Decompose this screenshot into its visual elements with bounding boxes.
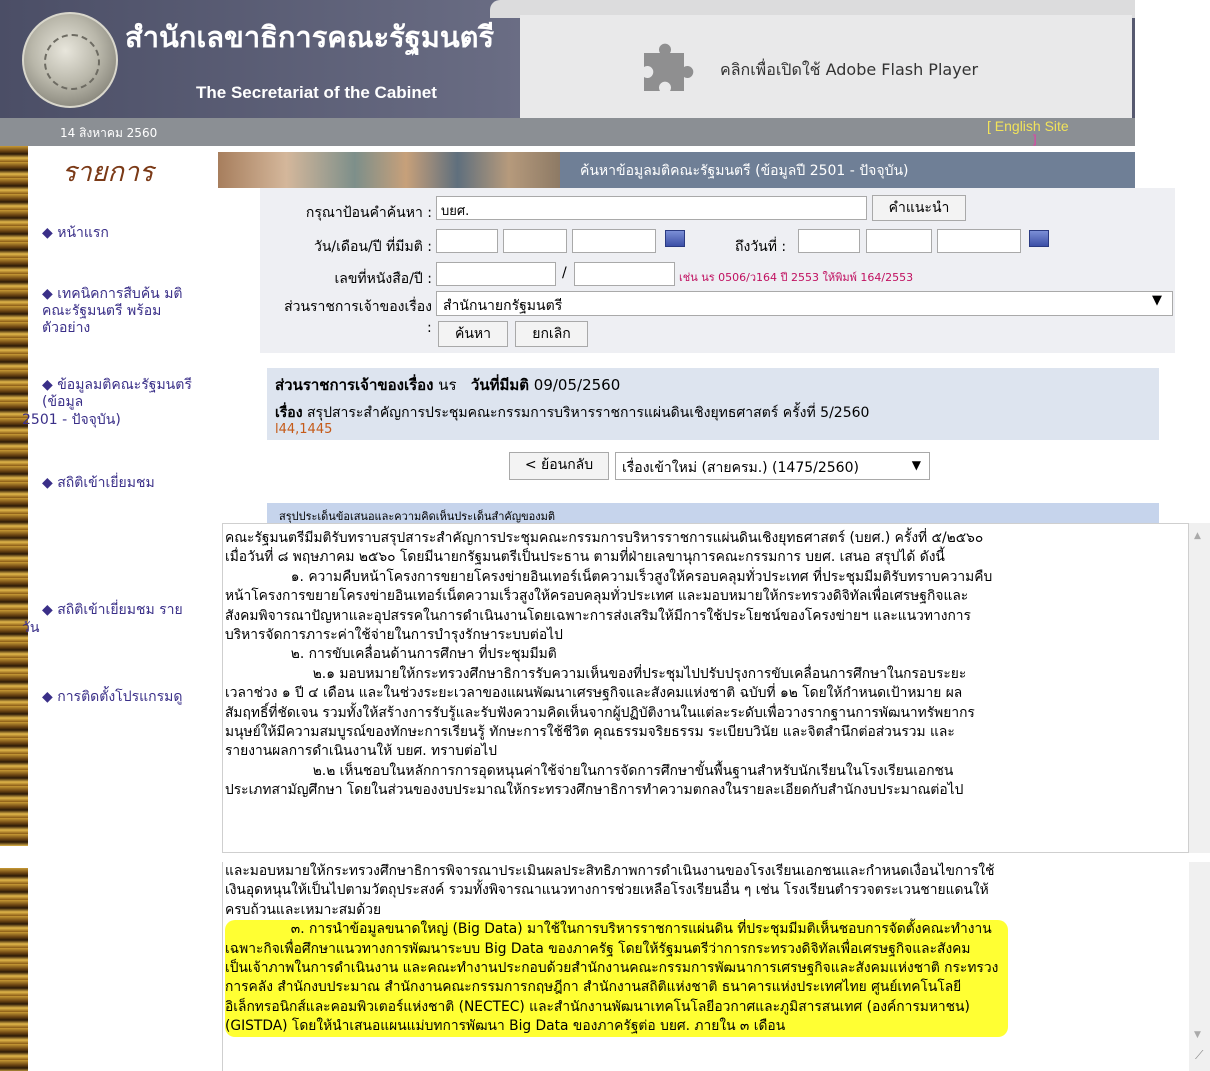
summary-text-continued: และมอบหมายให้กระทรวงศึกษาธิการพิจารณาประ… [223, 862, 1189, 920]
sidebar-item-home[interactable]: ◆ หน้าแรก [42, 225, 202, 242]
sidebar-item-visit-stats[interactable]: ◆ สถิติเข้าเยี่ยมชม [42, 475, 202, 492]
summary-line: รายงานผลการดำเนินงานให้ บยศ. ทราบต่อไป [225, 743, 497, 760]
date-bar [0, 118, 1135, 146]
doc-number-label: เลขที่หนังสือ/ปี : [334, 271, 432, 287]
date-label: วัน/เดือน/ปี ที่มีมติ : [313, 239, 432, 255]
doc-number-separator: / [562, 265, 567, 281]
banner-photo [218, 152, 560, 188]
decorative-border-bottom [0, 868, 28, 1071]
english-site-link-bracket: ] [1032, 133, 1037, 147]
summary-line: ครบถ้วนและเหมาะสมด้วย [225, 901, 382, 918]
summary-line: ๒.๑ มอบหมายให้กระทรวงศึกษาธิการรับความเห… [225, 665, 967, 682]
result-subject-value: สรุปสาระสำคัญการประชุมคณะกรรมการบริหารรา… [307, 405, 870, 421]
highlighted-line: การคลัง สำนักงบประมาณ สำนักงานคณะกรรมการ… [225, 979, 962, 996]
from-month-input[interactable] [503, 229, 567, 253]
summary-line: ๑. ความคืบหน้าโครงการขยายโครงข่ายอินเทอร… [225, 568, 993, 585]
summary-line: บริหารจัดการภาระค่าใช้จ่ายในการบำรุงรักษ… [225, 627, 563, 644]
sidebar-item-cabinet-data-years[interactable]: 2501 - ปัจจุบัน) [22, 412, 182, 429]
to-month-input[interactable] [866, 229, 932, 253]
sidebar-item-daily-visit-stats[interactable]: ◆ สถิติเข้าเยี่ยมชม ราย [42, 602, 202, 619]
result-subject: เรื่อง สรุปสาระสำคัญการประชุมคณะกรรมการบ… [275, 402, 869, 424]
summary-line: เวลาช่วง ๑ ปี ๔ เดือน และในช่วงระยะเวลาข… [225, 685, 963, 702]
summary-line: ประเภทสามัญศึกษา โดยในส่วนของงบประมาณให้… [225, 782, 964, 799]
chevron-down-icon: ▼ [911, 458, 921, 472]
result-date-value: 09/05/2560 [533, 376, 621, 394]
doc-number-input[interactable] [436, 262, 556, 286]
suggest-button[interactable]: คำแนะนำ [872, 195, 966, 221]
highlighted-line: (GISTDA) โดยให้นำเสนอแผนแม่บทการพัฒนา Bi… [225, 1018, 786, 1035]
site-title-english: The Secretariat of the Cabinet [196, 83, 437, 102]
summary-line: มนุษย์ให้มีความสมบูรณ์ของทักษะการเรียนรู… [225, 724, 955, 741]
result-agency-value: นร [438, 376, 457, 394]
resize-handle-icon[interactable]: ⟋ [1195, 1048, 1203, 1063]
cancel-button[interactable]: ยกเลิก [515, 321, 588, 347]
summary-line: เงินอุดหนุนให้เป็นไปตามวัตถุประสงค์ รวมท… [225, 882, 989, 899]
back-button[interactable]: < ย้อนกลับ [509, 452, 609, 480]
decorative-border-top [0, 146, 28, 846]
flash-placeholder[interactable]: คลิกเพื่อเปิดใช้ Adobe Flash Player [520, 15, 1132, 118]
result-date-label: วันที่มีมติ [470, 376, 529, 394]
summary-line: สัมฤทธิ์ที่ชัดเจน รวมทั้งให้สร้างการรับร… [225, 704, 975, 721]
summary-text: คณะรัฐมนตรีมีมติรับทราบสรุปสาระสำคัญการป… [223, 524, 1188, 801]
flash-enable-text: คลิกเพื่อเปิดใช้ Adobe Flash Player [720, 60, 979, 79]
doc-year-input[interactable] [574, 262, 675, 286]
from-day-input[interactable] [436, 229, 498, 253]
keyword-label: กรุณาป้อนคำค้นหา : [305, 205, 432, 221]
sidebar-title: รายการ [62, 157, 154, 188]
doc-number-example: เช่น นร 0506/ว164 ปี 2553 ให้พิมพ์ 164/2… [679, 271, 914, 284]
summary-line: หน้าโครงการขยายโครงข่ายอินเทอร์เน็ตความเ… [225, 588, 969, 605]
agency-colon: : [427, 320, 432, 336]
scrollbar[interactable]: ▲ [1189, 523, 1210, 853]
type-select-value: เรื่องเข้าใหม่ (สายครม.) (1475/2560) [622, 460, 859, 476]
summary-line: เมื่อวันที่ ๘ พฤษภาคม ๒๕๖๐ โดยมีนายกรัฐม… [225, 549, 945, 566]
highlighted-text: ๓. การนำข้อมูลขนาดใหญ่ (Big Data) มาใช้ใ… [225, 920, 1009, 1037]
sidebar-item-search-techniques[interactable]: ◆ เทคนิคการสืบค้น มติคณะรัฐมนตรี พร้อมตั… [42, 286, 202, 337]
highlighted-line: เฉพาะกิจเพื่อศึกษาแนวทางการพัฒนาระบบ Big… [225, 940, 971, 957]
seal-inner-ring [44, 34, 100, 90]
search-button[interactable]: ค้นหา [438, 321, 508, 347]
summary-line: ๒. การขับเคลื่อนด้านการศึกษา ที่ประชุมมี… [225, 646, 557, 663]
summary-line: คณะรัฐมนตรีมีมติรับทราบสรุปสาระสำคัญการป… [225, 530, 984, 546]
highlighted-line: ๓. การนำข้อมูลขนาดใหญ่ (Big Data) มาใช้ใ… [225, 921, 992, 938]
english-site-link[interactable]: [ English Site [987, 117, 1069, 135]
sidebar-item-install-viewer[interactable]: ◆ การติดตั้งโปรแกรมดู [42, 689, 202, 706]
result-ref: l44,1445 [275, 422, 333, 437]
current-date: 14 สิงหาคม 2560 [60, 126, 158, 140]
to-year-input[interactable] [937, 229, 1021, 253]
summary-line: สังคมพิจารณาปัญหาและอุปสรรคในการดำเนินงา… [225, 607, 971, 624]
scroll-up-icon[interactable]: ▲ [1194, 531, 1201, 541]
result-agency-label: ส่วนราชการเจ้าของเรื่อง [275, 376, 434, 394]
summary-line: และมอบหมายให้กระทรวงศึกษาธิการพิจารณาประ… [225, 863, 995, 879]
agency-label: ส่วนราชการเจ้าของเรื่อง [284, 299, 432, 315]
summary-textarea-continued[interactable]: และมอบหมายให้กระทรวงศึกษาธิการพิจารณาประ… [222, 862, 1189, 1071]
chevron-down-icon: ▼ [1152, 293, 1162, 308]
banner-title: ค้นหาข้อมูลมติคณะรัฐมนตรี (ข้อมูลปี 2501… [580, 163, 909, 179]
summary-textarea[interactable]: คณะรัฐมนตรีมีมติรับทราบสรุปสาระสำคัญการป… [222, 523, 1189, 853]
sidebar-item-daily-visit-stats-cont[interactable]: วัน [22, 620, 182, 637]
scrollbar[interactable]: ▼ ⟋ [1189, 862, 1210, 1071]
from-year-input[interactable] [572, 229, 656, 253]
result-meta: ส่วนราชการเจ้าของเรื่อง นร วันที่มีมติ 0… [275, 373, 620, 397]
highlighted-line: อิเล็กทรอนิกส์และคอมพิวเตอร์แห่งชาติ (NE… [225, 998, 970, 1015]
cabinet-seal-logo [22, 12, 118, 108]
summary-line: ๒.๒ เห็นชอบในหลักการการอุดหนุนค่าใช้จ่าย… [225, 762, 954, 779]
plugin-puzzle-icon [644, 43, 694, 91]
to-date-label: ถึงวันที่ : [735, 239, 787, 255]
sidebar-item-cabinet-data[interactable]: ◆ ข้อมูลมติคณะรัฐมนตรี (ข้อมูล [42, 377, 202, 411]
type-select[interactable]: เรื่องเข้าใหม่ (สายครม.) (1475/2560) ▼ [615, 452, 930, 480]
calendar-icon[interactable] [665, 230, 685, 247]
agency-select[interactable]: สำนักนายกรัฐมนตรี [436, 291, 1173, 316]
result-subject-label: เรื่อง [275, 405, 303, 421]
scroll-down-icon[interactable]: ▼ [1194, 1030, 1201, 1040]
site-title-thai: สำนักเลขาธิการคณะรัฐมนตรี [125, 20, 495, 54]
calendar-icon[interactable] [1029, 230, 1049, 247]
to-day-input[interactable] [798, 229, 860, 253]
keyword-input[interactable]: บยศ. [436, 196, 867, 220]
highlighted-line: เป็นเจ้าภาพในการดำเนินงาน และคณะทำงานประ… [225, 960, 999, 977]
